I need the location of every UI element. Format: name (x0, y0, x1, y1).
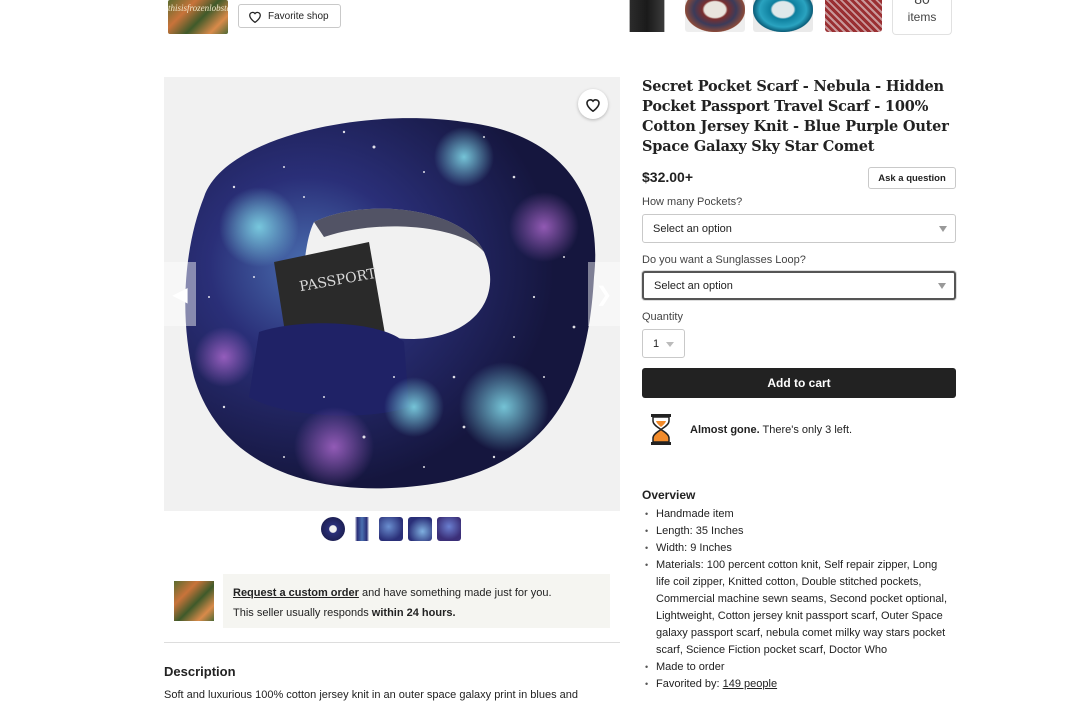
chevron-down-icon (938, 282, 946, 289)
shop-item-thumb-4[interactable] (825, 0, 882, 32)
overview-item: Width: 9 Inches (642, 540, 952, 557)
pockets-select-value: Select an option (653, 222, 732, 235)
hourglass-icon (651, 414, 671, 445)
custom-order-text-2: This seller usually responds (233, 607, 372, 619)
pockets-select[interactable]: Select an option (642, 214, 956, 243)
main-product-image[interactable]: PASSPORT (164, 77, 620, 511)
sunglasses-loop-label: Do you want a Sunglasses Loop? (642, 254, 806, 266)
favorite-shop-label: Favorite shop (268, 10, 329, 22)
chevron-right-icon: ❯ (595, 283, 613, 306)
favorite-shop-button[interactable]: Favorite shop (238, 4, 341, 28)
product-title: Secret Pocket Scarf - Nebula - Hidden Po… (642, 78, 949, 155)
previous-image-button[interactable]: ◀ (164, 262, 196, 326)
chevron-down-icon (939, 225, 947, 232)
items-count-number: 80 (893, 0, 951, 7)
overview-item: Made to order (642, 659, 952, 676)
request-custom-order-link[interactable]: Request a custom order (233, 587, 359, 599)
ask-question-button[interactable]: Ask a question (868, 167, 956, 189)
heart-icon (249, 11, 261, 23)
image-thumbnails (321, 517, 461, 541)
sunglasses-loop-select[interactable]: Select an option (642, 271, 956, 300)
stock-status-text: There's only 3 left. (759, 424, 853, 436)
heart-icon (586, 98, 600, 112)
quantity-label: Quantity (642, 311, 683, 323)
custom-order-box: Request a custom order and have somethin… (164, 574, 610, 628)
pockets-label: How many Pockets? (642, 196, 743, 208)
overview-item: Materials: 100 percent cotton knit, Self… (642, 557, 952, 659)
sunglasses-loop-select-value: Select an option (654, 279, 733, 292)
quantity-value: 1 (653, 337, 660, 350)
shop-item-thumb-1[interactable] (619, 0, 675, 32)
custom-order-text-1: and have something made just for you. (358, 587, 552, 599)
shop-items-count[interactable]: 80 items (892, 0, 952, 35)
shop-item-thumb-2[interactable] (685, 0, 745, 32)
custom-order-text: Request a custom order and have somethin… (223, 574, 610, 628)
image-thumbnail-1[interactable] (321, 517, 345, 541)
description-text: Soft and luxurious 100% cotton jersey kn… (164, 689, 578, 701)
chevron-down-icon (666, 342, 674, 347)
favorite-item-button[interactable] (578, 89, 608, 119)
favorited-label: Favorited by: (656, 678, 723, 690)
image-thumbnail-4[interactable] (408, 517, 432, 541)
image-thumbnail-2[interactable] (350, 517, 374, 541)
shop-item-thumb-3[interactable] (753, 0, 813, 32)
response-time: within 24 hours. (371, 607, 456, 619)
description-title: Description (164, 664, 236, 679)
divider (164, 642, 620, 643)
quantity-select[interactable]: 1 (642, 329, 685, 358)
product-price: $32.00+ (642, 169, 693, 185)
favorited-by-link[interactable]: 149 people (723, 678, 777, 690)
chevron-left-icon: ◀ (172, 283, 188, 306)
items-count-label: items (907, 10, 937, 24)
image-thumbnail-5[interactable] (437, 517, 461, 541)
overview-title: Overview (642, 488, 696, 502)
overview-item-favorited: Favorited by: 149 people (642, 676, 952, 693)
image-thumbnail-3[interactable] (379, 517, 403, 541)
galaxy-scarf-image: PASSPORT (164, 77, 620, 511)
next-image-button[interactable]: ❯ (588, 262, 620, 326)
stock-status-bold: Almost gone. (690, 424, 760, 436)
shop-logo-small[interactable] (174, 581, 214, 621)
shop-logo-text: thisisfrozenlobsta (168, 3, 228, 13)
overview-item: Handmade item (642, 506, 952, 523)
stock-status: Almost gone. There's only 3 left. (690, 424, 852, 436)
overview-item: Length: 35 Inches (642, 523, 952, 540)
add-to-cart-button[interactable]: Add to cart (642, 368, 956, 398)
shop-logo[interactable]: thisisfrozenlobsta (168, 0, 228, 34)
overview-list: Handmade item Length: 35 Inches Width: 9… (642, 506, 952, 693)
